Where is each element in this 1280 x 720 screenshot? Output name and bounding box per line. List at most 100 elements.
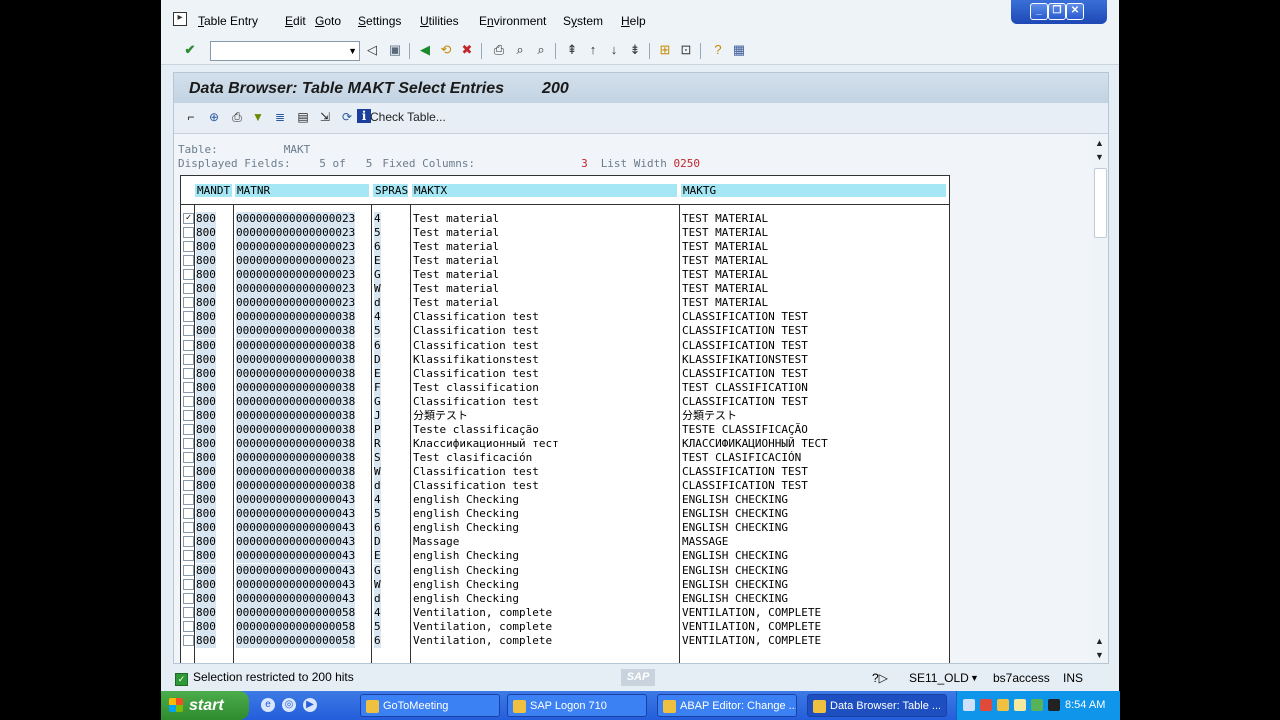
cell-mandt[interactable]: 800: [196, 254, 216, 269]
cell-matnr[interactable]: 000000000000000023: [236, 282, 356, 297]
cell-mandt[interactable]: 800: [196, 296, 216, 311]
first-page-icon[interactable]: ⇞: [564, 42, 580, 58]
table-row[interactable]: 800 000000000000000043 5 english Checking EN…: [181, 507, 949, 522]
tray-app-icon[interactable]: [1014, 699, 1026, 711]
cell-maktx[interactable]: Classification test: [413, 367, 539, 381]
menu-table-entry[interactable]: Table Entry: [198, 14, 258, 28]
cell-matnr[interactable]: 000000000000000043: [236, 563, 356, 578]
scrollbar-thumb[interactable]: [1094, 168, 1107, 238]
table-row[interactable]: 800 000000000000000023 W Test material TEST …: [181, 282, 949, 297]
table-row[interactable]: 800 000000000000000023 E Test material TEST …: [181, 254, 949, 269]
cell-maktx[interactable]: Test material: [413, 240, 499, 254]
cell-spras[interactable]: 6: [374, 633, 381, 648]
cell-matnr[interactable]: 000000000000000023: [236, 254, 356, 269]
cell-matnr[interactable]: 000000000000000038: [236, 352, 356, 367]
exit-icon[interactable]: ⟲: [438, 42, 454, 58]
table-row[interactable]: 800 000000000000000023 6 Test material TEST …: [181, 240, 949, 255]
cell-matnr[interactable]: 000000000000000043: [236, 577, 356, 592]
cell-mandt[interactable]: 800: [196, 507, 216, 522]
print-icon[interactable]: ⎙: [491, 42, 507, 58]
row-checkbox[interactable]: [183, 409, 194, 421]
refresh-icon[interactable]: ⟳: [339, 109, 355, 125]
table-row[interactable]: 800 000000000000000038 R Классификационный …: [181, 436, 949, 451]
cell-maktg[interactable]: КЛАССИФИКАЦИОННЫЙ ТЕСТ: [682, 437, 828, 451]
column-header-maktg[interactable]: MAKTG: [681, 184, 946, 197]
cell-matnr[interactable]: 000000000000000023: [236, 268, 356, 283]
cell-mandt[interactable]: 800: [196, 591, 216, 606]
cell-matnr[interactable]: 000000000000000038: [236, 366, 356, 381]
cell-spras[interactable]: 6: [374, 240, 381, 255]
layout-menu-icon[interactable]: ▦: [731, 42, 747, 58]
cell-maktg[interactable]: VENTILATION, COMPLETE: [682, 606, 821, 620]
cell-maktx[interactable]: Test material: [413, 254, 499, 268]
row-checkbox[interactable]: [183, 564, 194, 576]
menu-edit[interactable]: Edit: [285, 14, 306, 28]
task-abap-editor[interactable]: ABAP Editor: Change ...: [657, 694, 797, 717]
cell-maktg[interactable]: ENGLISH CHECKING: [682, 578, 788, 592]
restore-icon[interactable]: ❐: [1048, 3, 1066, 20]
find-next-icon[interactable]: ⌕: [533, 42, 549, 58]
cell-matnr[interactable]: 000000000000000023: [236, 226, 356, 241]
new-session-icon[interactable]: ⊞: [657, 42, 673, 58]
insert-mode[interactable]: INS: [1063, 671, 1083, 685]
document-icon[interactable]: ▤: [295, 109, 311, 125]
row-checkbox[interactable]: [183, 283, 194, 295]
cell-maktg[interactable]: CLASSIFICATION TEST: [682, 465, 808, 479]
cell-maktg[interactable]: CLASSIFICATION TEST: [682, 324, 808, 338]
cell-spras[interactable]: S: [374, 451, 381, 466]
cell-maktg[interactable]: 分類テスト: [682, 409, 737, 423]
cell-matnr[interactable]: 000000000000000058: [236, 619, 356, 634]
browser-icon[interactable]: ◎: [282, 698, 296, 712]
cancel-icon[interactable]: ✖: [459, 42, 475, 58]
cell-maktx[interactable]: Classification test: [413, 465, 539, 479]
row-checkbox[interactable]: [183, 494, 194, 506]
tray-app-icon[interactable]: [1031, 699, 1043, 711]
column-header-matnr[interactable]: MATNR: [235, 184, 369, 197]
scroll-down-icon[interactable]: ▼: [1095, 650, 1104, 660]
vertical-scrollbar[interactable]: ▲ ▼ ▲ ▼: [1092, 134, 1108, 663]
row-checkbox[interactable]: [183, 437, 194, 449]
row-checkbox[interactable]: ✓: [183, 213, 194, 224]
cell-spras[interactable]: G: [374, 394, 381, 409]
table-row[interactable]: 800 000000000000000023 G Test material TEST …: [181, 268, 949, 283]
cell-spras[interactable]: J: [374, 408, 381, 423]
help-icon[interactable]: ?: [710, 42, 726, 58]
cell-spras[interactable]: 6: [374, 521, 381, 536]
cell-maktg[interactable]: KLASSIFIKATIONSTEST: [682, 353, 808, 367]
table-row[interactable]: 800 000000000000000038 6 Classification tes…: [181, 338, 949, 353]
cell-maktg[interactable]: CLASSIFICATION TEST: [682, 310, 808, 324]
scroll-down-icon[interactable]: ▲: [1095, 636, 1104, 646]
cell-spras[interactable]: W: [374, 465, 381, 480]
table-row[interactable]: 800 000000000000000038 F Test classificatio…: [181, 380, 949, 395]
cell-maktx[interactable]: english Checking: [413, 521, 519, 535]
media-player-icon[interactable]: ▶: [303, 698, 317, 712]
cell-spras[interactable]: E: [374, 366, 381, 381]
table-row[interactable]: 800 000000000000000043 Wenglish Checking EN…: [181, 577, 949, 592]
cell-maktg[interactable]: TEST MATERIAL: [682, 240, 768, 254]
menu-utilities[interactable]: Utilities: [420, 14, 459, 28]
ie-icon[interactable]: e: [261, 698, 275, 712]
column-header-mandt[interactable]: MANDT: [195, 184, 232, 197]
cell-maktg[interactable]: ENGLISH CHECKING: [682, 521, 788, 535]
cell-mandt[interactable]: 800: [196, 633, 216, 648]
cell-mandt[interactable]: 800: [196, 422, 216, 437]
row-checkbox[interactable]: [183, 550, 194, 562]
info-icon[interactable]: i: [357, 109, 371, 123]
cell-matnr[interactable]: 000000000000000038: [236, 324, 356, 339]
cell-maktg[interactable]: ENGLISH CHECKING: [682, 564, 788, 578]
table-row[interactable]: 800 000000000000000038 G Classification tes…: [181, 394, 949, 409]
cell-maktx[interactable]: Classification test: [413, 310, 539, 324]
row-checkbox[interactable]: [183, 536, 194, 548]
menu-help[interactable]: Help: [621, 14, 646, 28]
collapse-left-icon[interactable]: ◁: [364, 42, 380, 58]
cell-mandt[interactable]: 800: [196, 380, 216, 395]
row-checkbox[interactable]: [183, 480, 194, 492]
table-row[interactable]: 800 000000000000000023 5 Test material TEST …: [181, 226, 949, 241]
row-checkbox[interactable]: [183, 353, 194, 365]
table-row[interactable]: 800 000000000000000058 4 Ventilation, compl…: [181, 605, 949, 620]
cell-matnr[interactable]: 000000000000000038: [236, 422, 356, 437]
cell-matnr[interactable]: 000000000000000043: [236, 507, 356, 522]
close-icon[interactable]: ✕: [1066, 3, 1084, 20]
cell-maktx[interactable]: Classification test: [413, 395, 539, 409]
cell-maktx[interactable]: Test material: [413, 282, 499, 296]
